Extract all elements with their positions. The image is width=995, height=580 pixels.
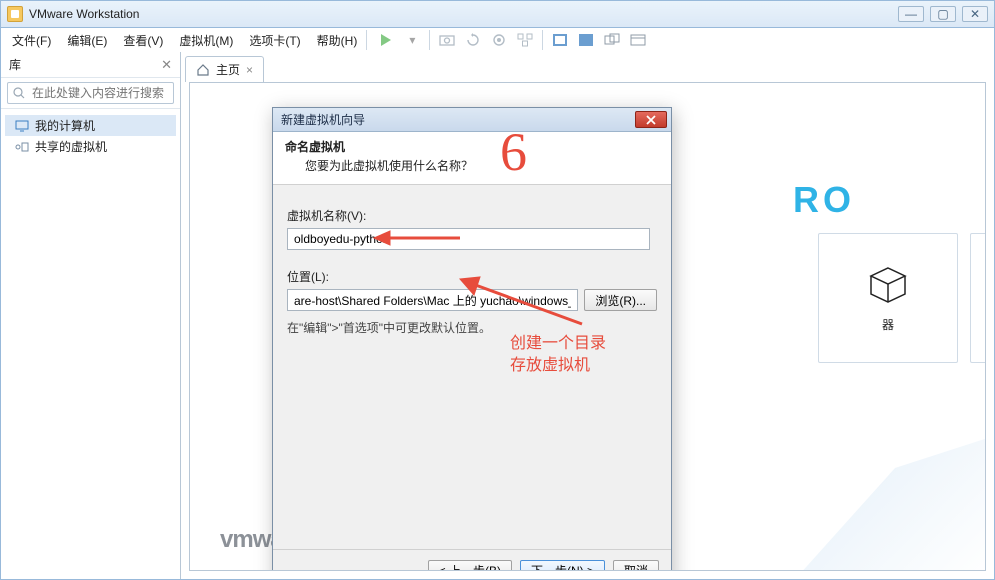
menu-help[interactable]: 帮助(H) [310,30,365,51]
share-icon [15,141,29,153]
console-icon[interactable] [629,31,647,49]
card-label: 器 [882,316,894,333]
snapshot-manager-icon[interactable] [516,31,534,49]
back-button[interactable]: < 上一步(B) [428,560,512,572]
main-row: 库 ✕ 我的计算机 共享的虚拟机 主页 × RO [0,52,995,580]
app-icon [7,6,23,22]
dialog-header: 命名虚拟机 您要为此虚拟机使用什么名称？ [273,132,671,185]
cancel-button[interactable]: 取消 [613,560,659,572]
bg-pro-text: RO [793,179,855,221]
snapshot-new-icon[interactable] [490,31,508,49]
vm-name-input[interactable] [287,228,650,250]
sidebar-tree: 我的计算机 共享的虚拟机 [1,109,180,163]
sidebar-title: 库 [9,56,21,73]
tab-close-icon[interactable]: × [246,63,253,77]
search-icon [13,87,25,99]
window-minimize-button[interactable]: — [898,6,924,22]
dropdown-icon[interactable]: ▾ [403,31,421,49]
window-close-button[interactable]: ✕ [962,6,988,22]
menu-view[interactable]: 查看(V) [116,30,170,51]
tree-item-label: 我的计算机 [35,117,95,134]
bg-art [720,363,986,571]
window-title: VMware Workstation [29,7,139,21]
home-canvas: RO 器 连接到 VMware vCloud Air vmware® 新建虚拟机… [189,82,986,571]
tree-item-my-computer[interactable]: 我的计算机 [5,115,176,136]
tree-item-label: 共享的虚拟机 [35,138,107,155]
snapshot-revert-icon[interactable] [464,31,482,49]
new-vm-wizard-dialog: 新建虚拟机向导 命名虚拟机 您要为此虚拟机使用什么名称？ 虚拟机名称(V): 位… [272,107,672,571]
sidebar-close-icon[interactable]: ✕ [161,57,172,73]
menu-vm[interactable]: 虚拟机(M) [172,30,240,51]
tab-home-label: 主页 [216,61,240,78]
fit-guest-icon[interactable] [551,31,569,49]
dialog-body: 虚拟机名称(V): 位置(L): 浏览(R)... 在"编辑">"首选项"中可更… [273,185,671,555]
menu-bar: 文件(F) 编辑(E) 查看(V) 虚拟机(M) 选项卡(T) 帮助(H) ▾ [0,28,995,52]
pc-icon [15,120,29,132]
vm-name-label: 虚拟机名称(V): [287,207,657,224]
vm-location-label: 位置(L): [287,268,657,285]
menu-file[interactable]: 文件(F) [5,30,58,51]
dialog-title-bar[interactable]: 新建虚拟机向导 [273,108,671,132]
window-maximize-button[interactable]: ▢ [930,6,956,22]
sidebar: 库 ✕ 我的计算机 共享的虚拟机 [1,52,181,579]
search-input[interactable] [7,82,174,104]
play-icon[interactable] [377,31,395,49]
sidebar-header: 库 ✕ [1,52,180,78]
dialog-head-sub: 您要为此虚拟机使用什么名称？ [305,157,659,174]
toolbar: ▾ [377,30,647,50]
unity-icon[interactable] [603,31,621,49]
screenshot-icon[interactable] [438,31,456,49]
home-card-vcloud[interactable]: 连接到 VMware vCloud Air [970,233,986,363]
box-icon [867,264,909,306]
next-button[interactable]: 下一步(N) > [520,560,605,572]
menu-edit[interactable]: 编辑(E) [60,30,114,51]
sidebar-search [1,78,180,109]
tree-item-shared-vms[interactable]: 共享的虚拟机 [5,136,176,157]
dialog-title: 新建虚拟机向导 [281,111,365,128]
location-hint: 在"编辑">"首选项"中可更改默认位置。 [287,319,657,336]
fullscreen-icon[interactable] [577,31,595,49]
tab-home[interactable]: 主页 × [185,56,264,82]
vm-location-input[interactable] [287,289,578,311]
dialog-close-button[interactable] [635,111,667,128]
title-bar: VMware Workstation — ▢ ✕ [0,0,995,28]
menu-tabs[interactable]: 选项卡(T) [242,30,307,51]
dialog-head-title: 命名虚拟机 [285,138,659,155]
content-area: 主页 × RO 器 连接到 VMware vCloud Air vmware® [181,52,994,579]
browse-button[interactable]: 浏览(R)... [584,289,657,311]
dialog-footer: < 上一步(B) 下一步(N) > 取消 [273,549,671,571]
window-controls: — ▢ ✕ [898,6,988,22]
home-icon [196,63,210,77]
home-card-server[interactable]: 器 [818,233,958,363]
